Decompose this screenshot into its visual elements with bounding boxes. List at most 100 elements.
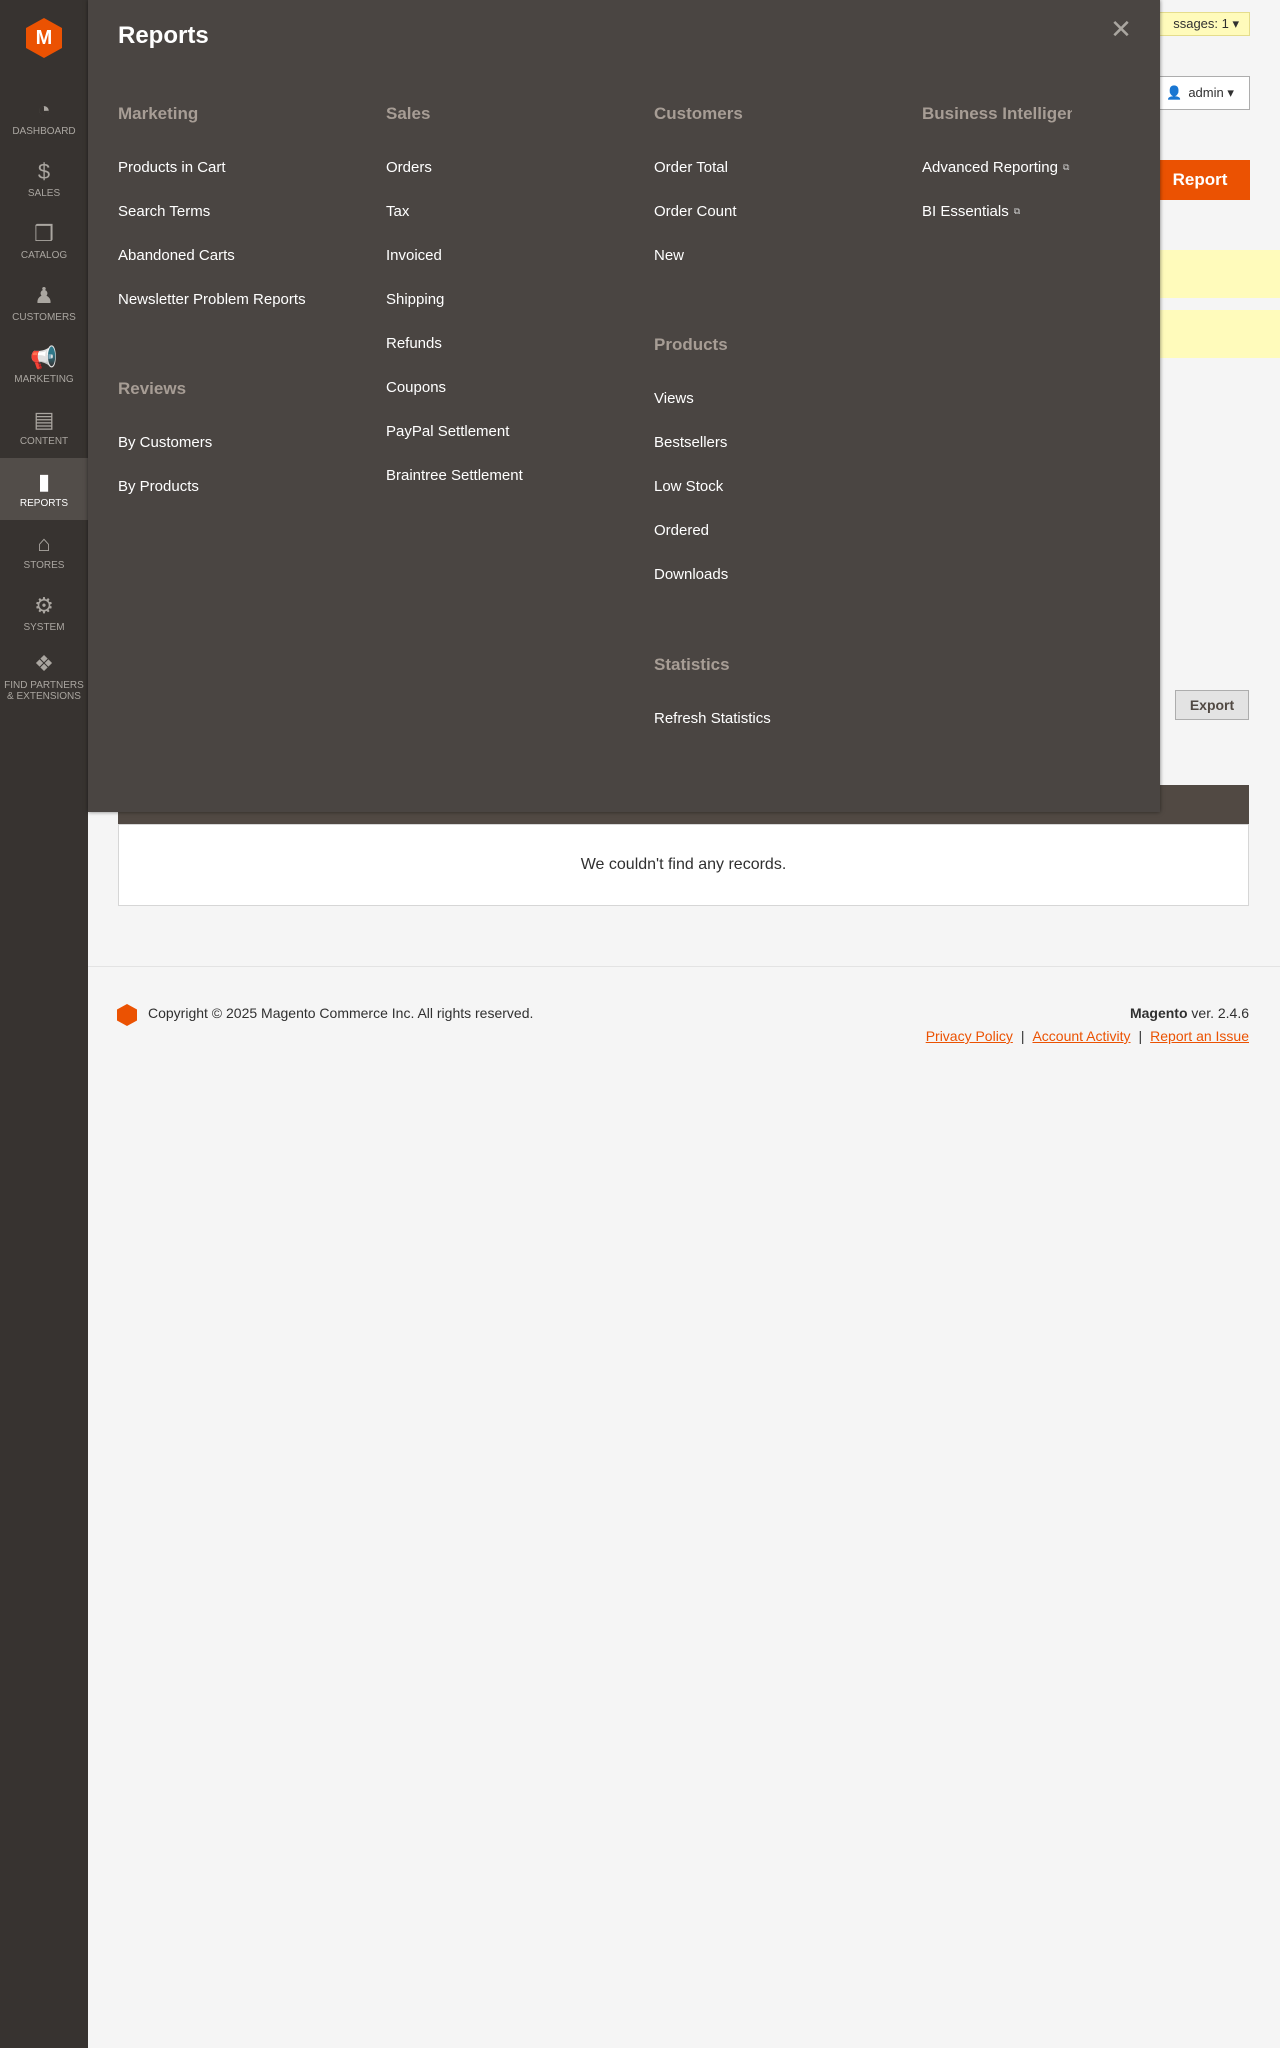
menu-label: Braintree Settlement [386,466,523,484]
menu-label: Low Stock [654,477,724,495]
group-title-customers: Customers [654,104,743,123]
menu-newsletter-problem-reports[interactable]: Newsletter Problem Reports [106,277,346,321]
group-title-marketing: Marketing [118,104,199,123]
nav-label: Reports [19,497,69,509]
nav-label: Customers [12,311,76,323]
person-icon: ♟ [34,282,54,308]
footer-version-number: ver. 2.4.6 [1187,1005,1249,1021]
privacy-policy-link[interactable]: Privacy Policy [926,1028,1013,1044]
menu-views[interactable]: Views [642,376,882,420]
account-activity-link[interactable]: Account Activity [1032,1028,1130,1044]
menu-bi-essentials[interactable]: BI Essentials ⧉ [910,189,1150,233]
menu-products-in-cart[interactable]: Products in Cart [106,145,346,189]
admin-user-menu[interactable]: 👤 admin ▾ [1150,76,1250,110]
menu-label: Shipping [386,290,445,308]
magento-logo[interactable]: M [0,0,88,76]
cube-icon: ❖ [34,651,54,676]
footer-separator: | [1020,1028,1025,1044]
menu-shipping[interactable]: Shipping [374,277,614,321]
menu-order-count[interactable]: Order Count [642,189,882,233]
menu-label: Coupons [386,378,447,396]
menu-label: Orders [386,158,432,176]
menu-label: Tax [386,202,410,220]
nav-label: Find Partners & Extensions [4,680,84,702]
nav-system[interactable]: ⚙ System [0,582,88,644]
menu-invoiced[interactable]: Invoiced [374,233,614,277]
nav-reports[interactable]: ▮ Reports [0,458,88,520]
menu-advanced-reporting[interactable]: Advanced Reporting ⧉ [910,145,1150,189]
menu-search-terms[interactable]: Search Terms [106,189,346,233]
nav-label: Sales [27,187,61,199]
flyout-title: Reports [118,22,209,49]
store-icon: ⌂ [37,530,51,556]
menu-tax[interactable]: Tax [374,189,614,233]
export-button[interactable]: Export [1175,690,1249,720]
dollar-icon: $ [37,158,51,184]
menu-paypal-settlement[interactable]: PayPal Settlement [374,409,614,453]
nav-sales[interactable]: $ Sales [0,148,88,210]
report-issue-link[interactable]: Report an Issue [1150,1028,1249,1044]
user-icon: 👤 [1166,85,1183,100]
megaphone-icon: 📢 [30,344,58,370]
group-title-sales: Sales [386,104,431,123]
menu-label: By Products [118,477,199,495]
menu-refunds[interactable]: Refunds [374,321,614,365]
nav-label: Dashboard [12,125,76,137]
nav-catalog[interactable]: ❒ Catalog [0,210,88,272]
admin-sidebar: M ◔ Dashboard $ Sales ❒ Catalog ♟ Custom… [0,0,88,2048]
nav-marketing[interactable]: 📢 Marketing [0,334,88,396]
menu-abandoned-carts[interactable]: Abandoned Carts [106,233,346,277]
nav-dashboard[interactable]: ◔ Dashboard [0,86,88,148]
menu-refresh-statistics[interactable]: Refresh Statistics [642,696,882,740]
menu-label: Newsletter Problem Reports [118,290,306,308]
menu-label: Order Total [654,158,728,176]
external-link-icon: ⧉ [1013,205,1021,216]
footer-copyright: Copyright © 2025 Magento Commerce Inc. A… [148,1005,534,1021]
footer-divider [88,966,1280,967]
menu-label: PayPal Settlement [386,422,510,440]
menu-orders[interactable]: Orders [374,145,614,189]
footer-separator: | [1138,1028,1143,1044]
menu-bestsellers[interactable]: Bestsellers [642,420,882,464]
nav-label: Marketing [14,373,74,385]
menu-label: By Customers [118,433,213,451]
menu-label: Search Terms [118,202,211,220]
nav-find-partners[interactable]: ❖ Find Partners & Extensions [0,644,88,710]
menu-low-stock[interactable]: Low Stock [642,464,882,508]
nav-stores[interactable]: ⌂ Stores [0,520,88,582]
menu-downloads[interactable]: Downloads [642,552,882,596]
box-icon: ❒ [34,220,54,246]
footer-version: Magento ver. 2.4.6 [1130,1005,1249,1021]
magento-logo-icon: M [26,18,62,58]
group-title-reviews: Reviews [118,379,187,398]
dashboard-icon: ◔ [37,96,51,122]
menu-new-accounts[interactable]: New [642,233,882,277]
menu-ordered[interactable]: Ordered [642,508,882,552]
menu-label: BI Essentials [922,202,1009,220]
menu-label: Downloads [654,565,729,583]
menu-order-total[interactable]: Order Total [642,145,882,189]
menu-label: Views [654,389,694,407]
nav-label: System [23,621,65,633]
menu-braintree-settlement[interactable]: Braintree Settlement [374,453,614,497]
close-icon[interactable]: ✕ [1110,16,1132,42]
menu-label: Abandoned Carts [118,246,235,264]
bar-chart-icon: ▮ [37,468,51,494]
menu-by-customers[interactable]: By Customers [106,420,346,464]
reports-flyout: Reports ✕ Marketing Products in Cart Sea… [88,0,1160,812]
grid-empty-message: We couldn't find any records. [118,824,1249,906]
menu-label: Ordered [654,521,710,539]
menu-label: Bestsellers [654,433,728,451]
nav-content[interactable]: ▤ Content [0,396,88,458]
report-button[interactable]: Report [1150,160,1250,200]
nav-label: Content [19,435,69,447]
layout-icon: ▤ [33,406,55,432]
admin-username: admin ▾ [1188,85,1234,100]
menu-coupons[interactable]: Coupons [374,365,614,409]
menu-label: Advanced Reporting [922,158,1058,176]
footer-magento-logo-icon[interactable] [117,1004,137,1026]
nav-customers[interactable]: ♟ Customers [0,272,88,334]
group-title-products: Products [654,335,728,354]
footer-links: Privacy Policy | Account Activity | Repo… [926,1028,1249,1044]
menu-by-products[interactable]: By Products [106,464,346,508]
